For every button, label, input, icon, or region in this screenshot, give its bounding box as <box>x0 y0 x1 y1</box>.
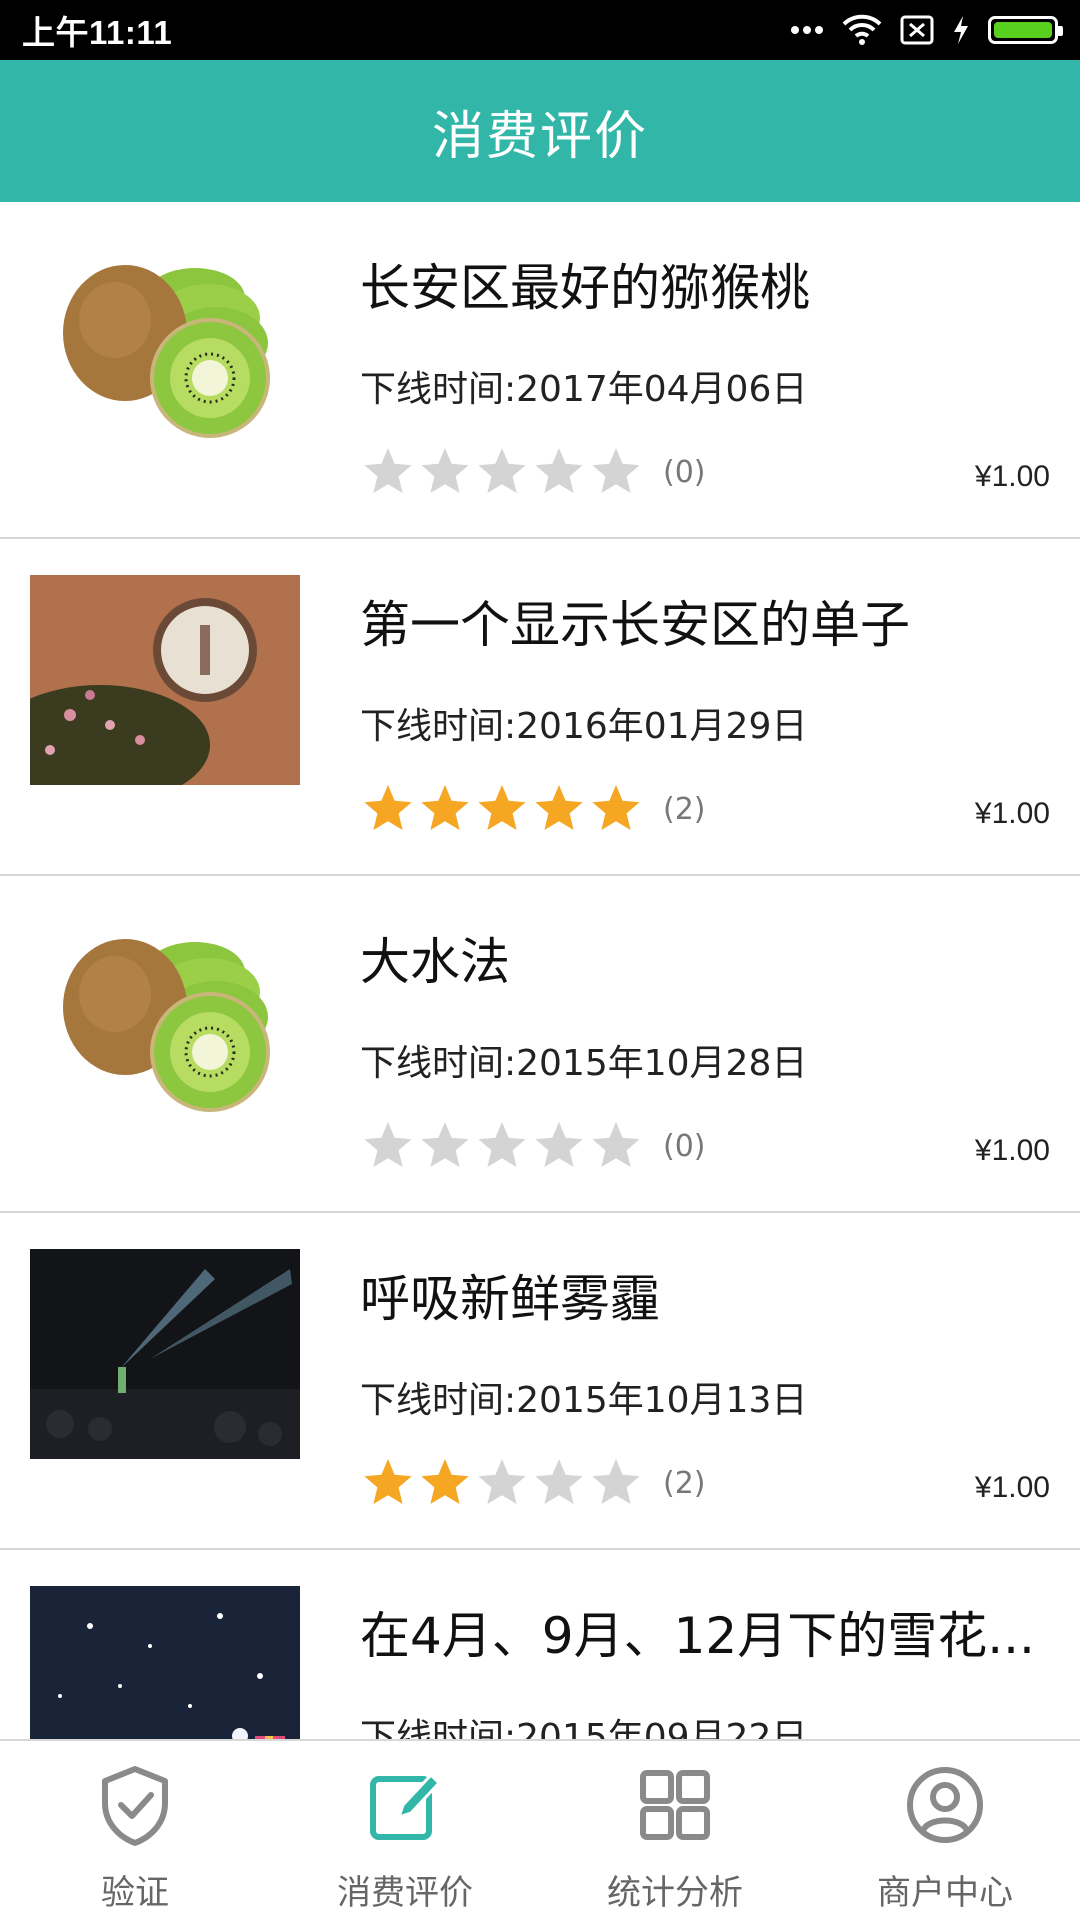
tab-review[interactable]: 消费评价 <box>270 1741 540 1920</box>
list-item[interactable]: 呼吸新鲜雾霾 下线时间:2015年10月13日 (2) ¥1.00 <box>0 1213 1080 1550</box>
star-empty-icon <box>592 448 640 493</box>
star-empty-icon <box>478 448 526 493</box>
battery-icon <box>988 16 1063 44</box>
shield-check-icon <box>102 1766 168 1846</box>
item-title: 第一个显示长安区的单子 <box>360 596 910 654</box>
thumbnail-frame <box>30 575 300 785</box>
thumbnail-frame <box>30 238 300 448</box>
item-offline-date: 下线时间:2016年01月29日 <box>360 706 808 747</box>
star-filled-icon <box>592 785 640 830</box>
product-thumbnail <box>30 238 300 448</box>
thumbnail-frame <box>30 1586 300 1739</box>
star-empty-icon <box>364 1122 412 1167</box>
tab-statistics[interactable]: 统计分析 <box>540 1741 810 1920</box>
rating: (0) <box>360 444 706 500</box>
star-empty-icon <box>535 1459 583 1504</box>
rating: (2) <box>360 1455 706 1511</box>
item-price: ¥1.00 <box>974 1134 1050 1167</box>
star-empty-icon <box>592 1122 640 1167</box>
item-price: ¥1.00 <box>974 1471 1050 1504</box>
app-header: 消费评价 <box>0 60 1080 202</box>
product-thumbnail <box>30 575 300 785</box>
star-filled-icon <box>478 785 526 830</box>
tab-label: 消费评价 <box>337 1873 473 1913</box>
star-empty-icon <box>535 1122 583 1167</box>
product-thumbnail <box>30 912 300 1122</box>
thumbnail-frame <box>30 912 300 1122</box>
star-filled-icon <box>421 785 469 830</box>
tab-label: 统计分析 <box>607 1873 743 1913</box>
star-empty-icon <box>421 1122 469 1167</box>
grid-icon <box>640 1770 710 1840</box>
star-filled-icon <box>421 1459 469 1504</box>
bottom-tab-bar: 验证 消费评价 统计分析 商户中心 <box>0 1739 1080 1920</box>
item-offline-date: 下线时间:2015年10月28日 <box>360 1043 808 1084</box>
item-offline-date: 下线时间:2015年10月13日 <box>360 1380 808 1421</box>
status-time: 上午11:11 <box>22 14 173 51</box>
item-title: 长安区最好的猕猴桃 <box>360 259 810 317</box>
no-sim-icon <box>900 15 934 45</box>
rating-count: (0) <box>663 1128 706 1164</box>
page-title: 消费评价 <box>431 106 648 167</box>
status-bar: 上午11:11 <box>0 0 1080 60</box>
tab-verify[interactable]: 验证 <box>0 1741 270 1920</box>
more-dots-icon <box>791 26 823 34</box>
star-filled-icon <box>364 1459 412 1504</box>
thumbnail-frame <box>30 1249 300 1459</box>
item-offline-date: 下线时间:2015年09月22日 <box>360 1717 808 1739</box>
item-price: ¥1.00 <box>974 460 1050 493</box>
rating: (2) <box>360 781 706 837</box>
wifi-icon <box>842 14 882 45</box>
item-title: 大水法 <box>360 933 510 991</box>
list-item[interactable]: 长安区最好的猕猴桃 下线时间:2017年04月06日 (0) ¥1.00 <box>0 202 1080 539</box>
rating: (0) <box>360 1118 706 1174</box>
user-icon <box>907 1767 983 1843</box>
list-item[interactable]: 第一个显示长安区的单子 下线时间:2016年01月29日 (2) ¥1.00 <box>0 539 1080 876</box>
star-empty-icon <box>535 448 583 493</box>
star-filled-icon <box>364 785 412 830</box>
star-filled-icon <box>535 785 583 830</box>
star-empty-icon <box>592 1459 640 1504</box>
star-empty-icon <box>364 448 412 493</box>
status-icons <box>790 14 1063 46</box>
rating-count: (0) <box>663 454 706 490</box>
rating-count: (2) <box>663 791 706 827</box>
tab-merchant-center[interactable]: 商户中心 <box>810 1741 1080 1920</box>
star-empty-icon <box>478 1459 526 1504</box>
item-offline-date: 下线时间:2017年04月06日 <box>360 369 808 410</box>
rating-count: (2) <box>663 1465 706 1501</box>
review-list[interactable]: 长安区最好的猕猴桃 下线时间:2017年04月06日 (0) ¥1.00 第一个… <box>0 202 1080 1739</box>
star-empty-icon <box>421 448 469 493</box>
edit-note-icon <box>370 1773 441 1840</box>
list-item[interactable]: 大水法 下线时间:2015年10月28日 (0) ¥1.00 <box>0 876 1080 1213</box>
item-title: 呼吸新鲜雾霾 <box>360 1270 660 1328</box>
tab-label: 验证 <box>101 1873 169 1913</box>
item-price: ¥1.00 <box>974 797 1050 830</box>
star-empty-icon <box>478 1122 526 1167</box>
product-thumbnail <box>30 1586 300 1739</box>
charging-icon <box>954 16 968 44</box>
list-item[interactable]: 在4月、9月、12月下的雪花... 下线时间:2015年09月22日 <box>0 1550 1080 1739</box>
product-thumbnail <box>30 1249 300 1459</box>
item-title: 在4月、9月、12月下的雪花... <box>360 1607 1035 1665</box>
tab-label: 商户中心 <box>877 1873 1013 1913</box>
